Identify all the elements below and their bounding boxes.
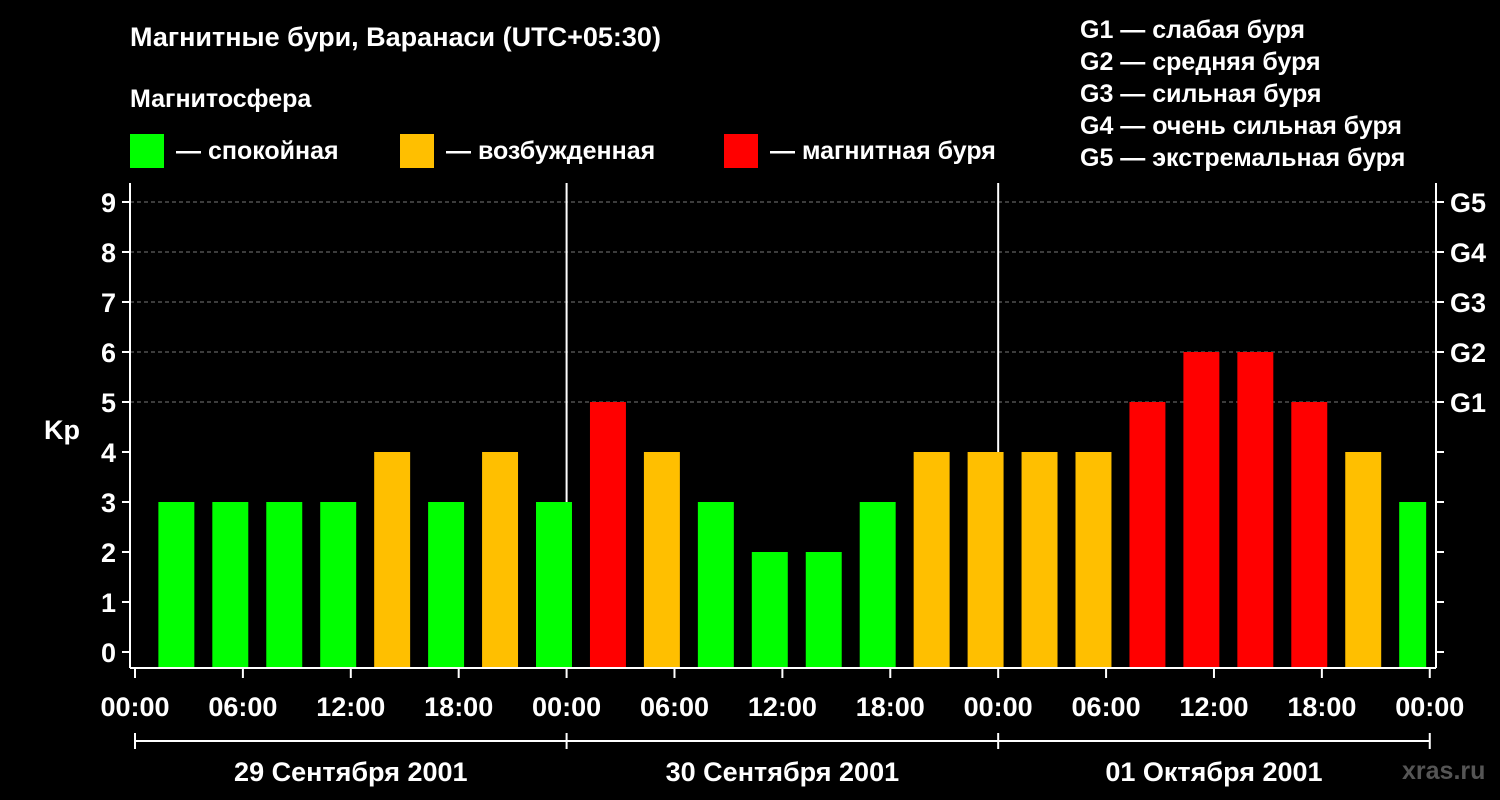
kp-bar (1075, 452, 1112, 668)
g-tick-label: G3 (1450, 288, 1486, 318)
x-tick-label: 12:00 (316, 692, 385, 722)
g-tick-label: G4 (1450, 238, 1486, 268)
y-tick-label: 8 (101, 238, 116, 268)
kp-bar (913, 452, 950, 668)
kp-bar (643, 452, 680, 668)
y-tick-label: 1 (101, 588, 116, 618)
watermark: xras.ru (1402, 757, 1486, 785)
kp-chart: 0 1 2 3 4 5 6 7 8 9 G1 G2 G3 G4 G5 Kp 00:00 06:00 12:00 18:… (44, 183, 1486, 787)
kp-bar (697, 502, 734, 668)
x-tick-label: 06:00 (1072, 692, 1141, 722)
x-tick-label: 00:00 (1395, 692, 1464, 722)
kp-bar (482, 452, 519, 668)
kp-bar (805, 552, 842, 668)
g-tick-label: G1 (1450, 388, 1486, 418)
kp-bar (212, 502, 249, 668)
kp-bar (266, 502, 303, 668)
kp-bar (1345, 452, 1382, 668)
x-tick-label: 00:00 (532, 692, 601, 722)
g-tick-label: G2 (1450, 338, 1486, 368)
kp-bar (1183, 352, 1220, 668)
kp-bar (158, 502, 195, 668)
day-label: 01 Октября 2001 (1105, 757, 1322, 787)
day-label: 30 Сентября 2001 (666, 757, 899, 787)
y-tick-label: 7 (101, 288, 116, 318)
x-tick-label: 12:00 (748, 692, 817, 722)
x-tick-label: 06:00 (640, 692, 709, 722)
kp-bar (967, 452, 1004, 668)
kp-bar (1399, 502, 1427, 668)
x-tick-label: 06:00 (208, 692, 277, 722)
y-tick-label: 9 (101, 188, 116, 218)
kp-bar (1129, 402, 1166, 668)
y-tick-label: 5 (101, 388, 116, 418)
x-tick-label: 18:00 (856, 692, 925, 722)
g-tick-label: G5 (1450, 188, 1486, 218)
kp-bar (374, 452, 411, 668)
kp-bar (428, 502, 465, 668)
kp-bar (1237, 352, 1274, 668)
y-tick-label: 3 (101, 488, 116, 518)
day-label: 29 Сентября 2001 (234, 757, 467, 787)
y-tick-label: 4 (101, 438, 116, 468)
y-axis-label: Kp (44, 415, 80, 445)
kp-bar (536, 502, 572, 668)
x-tick-label: 00:00 (964, 692, 1033, 722)
y-tick-label: 0 (101, 638, 116, 668)
kp-bar (589, 402, 626, 668)
y-tick-label: 2 (101, 538, 116, 568)
x-tick-label: 12:00 (1179, 692, 1248, 722)
kp-bar (1291, 402, 1328, 668)
x-tick-label: 00:00 (100, 692, 169, 722)
x-tick-label: 18:00 (424, 692, 493, 722)
kp-bar (1021, 452, 1058, 668)
x-tick-label: 18:00 (1287, 692, 1356, 722)
kp-bar (751, 552, 788, 668)
kp-bar (320, 502, 357, 668)
kp-bar (859, 502, 896, 668)
y-tick-label: 6 (101, 338, 116, 368)
